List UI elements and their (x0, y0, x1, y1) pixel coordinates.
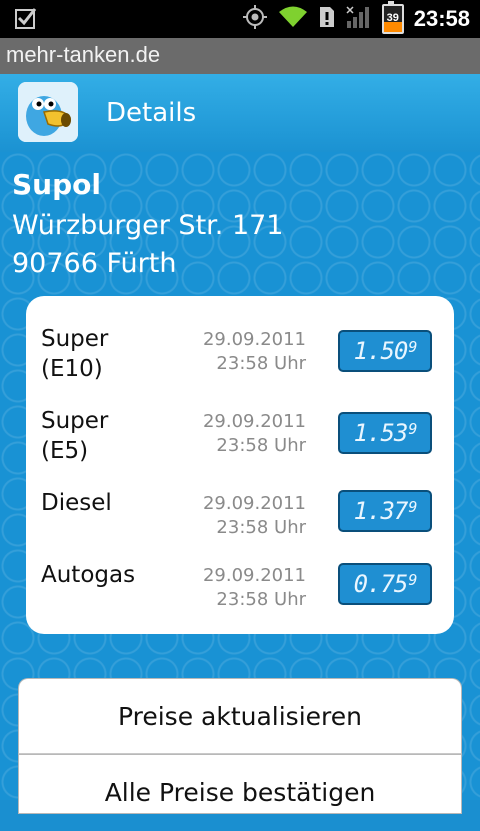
price-row-diesel[interactable]: Diesel 29.09.2011 23:58 Uhr 1.379 (26, 488, 454, 558)
price-timestamp: 29.09.2011 23:58 Uhr (176, 410, 306, 458)
url-bar[interactable]: mehr-tanken.de (0, 38, 480, 74)
price-tenth: 9 (408, 420, 417, 438)
price-time: 23:58 Uhr (216, 435, 306, 456)
price-main: 1.50 (353, 337, 409, 365)
fuel-name: Super (E10) (41, 324, 191, 384)
price-date: 29.09.2011 (202, 493, 306, 514)
page-title: Details (106, 98, 197, 128)
fuel-name-line1: Super (41, 326, 109, 352)
fuel-name-line1: Diesel (41, 490, 112, 516)
app-header: Details (0, 74, 480, 153)
status-bar: 39 23:58 (0, 0, 480, 38)
confirm-all-prices-button[interactable]: Alle Preise bestätigen (18, 754, 462, 814)
price-timestamp: 29.09.2011 23:58 Uhr (176, 564, 306, 612)
price-main: 1.53 (353, 419, 409, 447)
price-time: 23:58 Uhr (216, 589, 306, 610)
price-time: 23:58 Uhr (216, 517, 306, 538)
price-timestamp: 29.09.2011 23:58 Uhr (176, 492, 306, 540)
checkbox-icon (14, 6, 38, 34)
gps-icon (242, 4, 268, 34)
update-prices-button[interactable]: Preise aktualisieren (18, 678, 462, 754)
signal-icon (346, 5, 372, 33)
price-row-autogas[interactable]: Autogas 29.09.2011 23:58 Uhr 0.759 (26, 560, 454, 630)
price-row-super-e10[interactable]: Super (E10) 29.09.2011 23:58 Uhr 1.509 (26, 324, 454, 394)
price-display: 0.759 (338, 563, 432, 605)
fuel-name-line2: (E10) (41, 356, 103, 382)
station-city: 90766 Fürth (12, 248, 177, 279)
price-date: 29.09.2011 (202, 411, 306, 432)
clock: 23:58 (413, 6, 470, 31)
price-main: 0.75 (353, 570, 409, 598)
price-display: 1.509 (338, 330, 432, 372)
price-display: 1.379 (338, 490, 432, 532)
price-tenth: 9 (408, 498, 417, 516)
fuel-name: Super (E5) (41, 406, 191, 466)
price-main: 1.37 (353, 497, 409, 525)
battery-level: 39 (386, 12, 399, 24)
bird-logo-icon[interactable] (18, 82, 78, 142)
fuel-name: Diesel (41, 488, 191, 518)
alert-icon (318, 5, 336, 33)
fuel-name: Autogas (41, 560, 191, 590)
station-street: Würzburger Str. 171 (12, 210, 284, 241)
price-tenth: 9 (408, 338, 417, 356)
price-timestamp: 29.09.2011 23:58 Uhr (176, 328, 306, 376)
price-date: 29.09.2011 (202, 565, 306, 586)
fuel-name-line1: Autogas (41, 562, 136, 588)
price-time: 23:58 Uhr (216, 353, 306, 374)
price-tenth: 9 (408, 571, 417, 589)
price-date: 29.09.2011 (202, 329, 306, 350)
battery-icon: 39 (381, 1, 404, 34)
fuel-name-line2: (E5) (41, 438, 89, 464)
prices-card: Super (E10) 29.09.2011 23:58 Uhr 1.509 S… (26, 296, 454, 634)
price-display: 1.539 (338, 412, 432, 454)
station-name: Supol (12, 168, 101, 201)
fuel-name-line1: Super (41, 408, 109, 434)
price-row-super-e5[interactable]: Super (E5) 29.09.2011 23:58 Uhr 1.539 (26, 406, 454, 476)
wifi-icon (278, 5, 308, 33)
